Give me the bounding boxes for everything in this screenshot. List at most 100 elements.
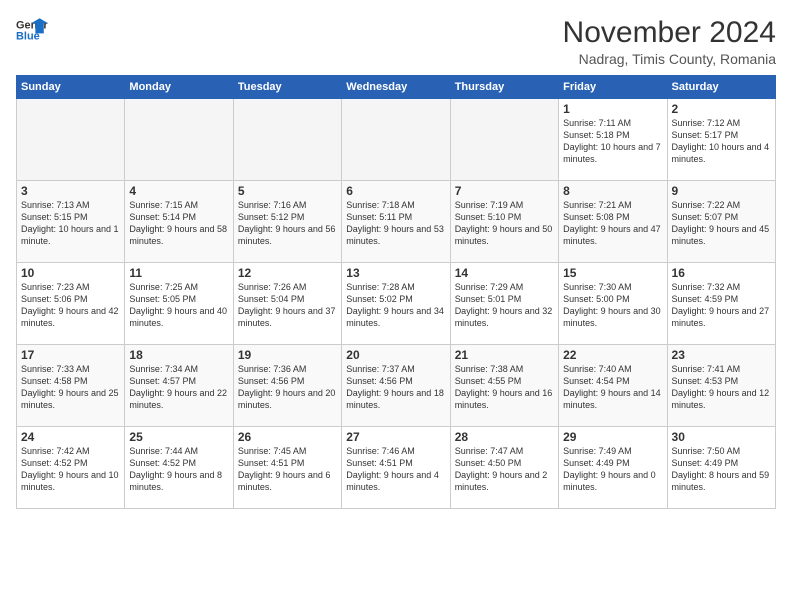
day-info: Sunrise: 7:45 AM Sunset: 4:51 PM Dayligh… <box>238 445 337 494</box>
day-number: 17 <box>21 348 120 362</box>
day-number: 12 <box>238 266 337 280</box>
logo-icon: General Blue <box>16 16 48 44</box>
calendar-week-row: 3Sunrise: 7:13 AM Sunset: 5:15 PM Daylig… <box>17 181 776 263</box>
calendar-cell: 21Sunrise: 7:38 AM Sunset: 4:55 PM Dayli… <box>450 345 558 427</box>
day-info: Sunrise: 7:30 AM Sunset: 5:00 PM Dayligh… <box>563 281 662 330</box>
calendar-cell: 26Sunrise: 7:45 AM Sunset: 4:51 PM Dayli… <box>233 427 341 509</box>
day-info: Sunrise: 7:41 AM Sunset: 4:53 PM Dayligh… <box>672 363 771 412</box>
day-number: 7 <box>455 184 554 198</box>
day-info: Sunrise: 7:23 AM Sunset: 5:06 PM Dayligh… <box>21 281 120 330</box>
calendar-cell <box>233 99 341 181</box>
day-info: Sunrise: 7:25 AM Sunset: 5:05 PM Dayligh… <box>129 281 228 330</box>
day-number: 11 <box>129 266 228 280</box>
calendar-cell: 6Sunrise: 7:18 AM Sunset: 5:11 PM Daylig… <box>342 181 450 263</box>
calendar-cell: 14Sunrise: 7:29 AM Sunset: 5:01 PM Dayli… <box>450 263 558 345</box>
header: General Blue November 2024 Nadrag, Timis… <box>16 16 776 67</box>
weekday-header: Thursday <box>450 76 558 99</box>
calendar-cell: 29Sunrise: 7:49 AM Sunset: 4:49 PM Dayli… <box>559 427 667 509</box>
day-info: Sunrise: 7:37 AM Sunset: 4:56 PM Dayligh… <box>346 363 445 412</box>
day-info: Sunrise: 7:18 AM Sunset: 5:11 PM Dayligh… <box>346 199 445 248</box>
calendar-week-row: 24Sunrise: 7:42 AM Sunset: 4:52 PM Dayli… <box>17 427 776 509</box>
day-number: 25 <box>129 430 228 444</box>
day-info: Sunrise: 7:11 AM Sunset: 5:18 PM Dayligh… <box>563 117 662 166</box>
day-number: 6 <box>346 184 445 198</box>
calendar-cell <box>342 99 450 181</box>
day-number: 27 <box>346 430 445 444</box>
day-number: 10 <box>21 266 120 280</box>
calendar-cell: 9Sunrise: 7:22 AM Sunset: 5:07 PM Daylig… <box>667 181 775 263</box>
weekday-header: Saturday <box>667 76 775 99</box>
weekday-header: Sunday <box>17 76 125 99</box>
day-number: 9 <box>672 184 771 198</box>
day-info: Sunrise: 7:32 AM Sunset: 4:59 PM Dayligh… <box>672 281 771 330</box>
calendar-cell: 30Sunrise: 7:50 AM Sunset: 4:49 PM Dayli… <box>667 427 775 509</box>
calendar-week-row: 1Sunrise: 7:11 AM Sunset: 5:18 PM Daylig… <box>17 99 776 181</box>
day-number: 4 <box>129 184 228 198</box>
logo: General Blue <box>16 16 48 44</box>
page-container: General Blue November 2024 Nadrag, Timis… <box>0 0 792 517</box>
day-info: Sunrise: 7:16 AM Sunset: 5:12 PM Dayligh… <box>238 199 337 248</box>
calendar-cell: 24Sunrise: 7:42 AM Sunset: 4:52 PM Dayli… <box>17 427 125 509</box>
calendar-cell: 5Sunrise: 7:16 AM Sunset: 5:12 PM Daylig… <box>233 181 341 263</box>
day-number: 19 <box>238 348 337 362</box>
day-info: Sunrise: 7:13 AM Sunset: 5:15 PM Dayligh… <box>21 199 120 248</box>
day-number: 15 <box>563 266 662 280</box>
weekday-header: Tuesday <box>233 76 341 99</box>
calendar-cell <box>450 99 558 181</box>
day-info: Sunrise: 7:22 AM Sunset: 5:07 PM Dayligh… <box>672 199 771 248</box>
day-info: Sunrise: 7:46 AM Sunset: 4:51 PM Dayligh… <box>346 445 445 494</box>
day-info: Sunrise: 7:49 AM Sunset: 4:49 PM Dayligh… <box>563 445 662 494</box>
calendar-cell: 17Sunrise: 7:33 AM Sunset: 4:58 PM Dayli… <box>17 345 125 427</box>
calendar-cell: 12Sunrise: 7:26 AM Sunset: 5:04 PM Dayli… <box>233 263 341 345</box>
day-number: 16 <box>672 266 771 280</box>
day-info: Sunrise: 7:29 AM Sunset: 5:01 PM Dayligh… <box>455 281 554 330</box>
day-number: 29 <box>563 430 662 444</box>
weekday-header: Wednesday <box>342 76 450 99</box>
calendar-cell: 13Sunrise: 7:28 AM Sunset: 5:02 PM Dayli… <box>342 263 450 345</box>
calendar-cell: 25Sunrise: 7:44 AM Sunset: 4:52 PM Dayli… <box>125 427 233 509</box>
day-info: Sunrise: 7:28 AM Sunset: 5:02 PM Dayligh… <box>346 281 445 330</box>
calendar-cell: 10Sunrise: 7:23 AM Sunset: 5:06 PM Dayli… <box>17 263 125 345</box>
calendar-cell: 15Sunrise: 7:30 AM Sunset: 5:00 PM Dayli… <box>559 263 667 345</box>
day-number: 18 <box>129 348 228 362</box>
month-title: November 2024 <box>563 16 776 49</box>
day-number: 28 <box>455 430 554 444</box>
calendar-cell: 3Sunrise: 7:13 AM Sunset: 5:15 PM Daylig… <box>17 181 125 263</box>
calendar-table: SundayMondayTuesdayWednesdayThursdayFrid… <box>16 75 776 509</box>
calendar-cell: 18Sunrise: 7:34 AM Sunset: 4:57 PM Dayli… <box>125 345 233 427</box>
day-info: Sunrise: 7:47 AM Sunset: 4:50 PM Dayligh… <box>455 445 554 494</box>
day-info: Sunrise: 7:21 AM Sunset: 5:08 PM Dayligh… <box>563 199 662 248</box>
calendar-week-row: 10Sunrise: 7:23 AM Sunset: 5:06 PM Dayli… <box>17 263 776 345</box>
weekday-header: Monday <box>125 76 233 99</box>
day-info: Sunrise: 7:26 AM Sunset: 5:04 PM Dayligh… <box>238 281 337 330</box>
day-info: Sunrise: 7:19 AM Sunset: 5:10 PM Dayligh… <box>455 199 554 248</box>
day-number: 23 <box>672 348 771 362</box>
calendar-cell: 1Sunrise: 7:11 AM Sunset: 5:18 PM Daylig… <box>559 99 667 181</box>
day-info: Sunrise: 7:40 AM Sunset: 4:54 PM Dayligh… <box>563 363 662 412</box>
day-number: 8 <box>563 184 662 198</box>
title-block: November 2024 Nadrag, Timis County, Roma… <box>563 16 776 67</box>
day-number: 21 <box>455 348 554 362</box>
calendar-cell <box>17 99 125 181</box>
calendar-cell: 11Sunrise: 7:25 AM Sunset: 5:05 PM Dayli… <box>125 263 233 345</box>
day-info: Sunrise: 7:44 AM Sunset: 4:52 PM Dayligh… <box>129 445 228 494</box>
day-info: Sunrise: 7:33 AM Sunset: 4:58 PM Dayligh… <box>21 363 120 412</box>
day-info: Sunrise: 7:42 AM Sunset: 4:52 PM Dayligh… <box>21 445 120 494</box>
calendar-cell: 19Sunrise: 7:36 AM Sunset: 4:56 PM Dayli… <box>233 345 341 427</box>
day-number: 14 <box>455 266 554 280</box>
calendar-cell: 27Sunrise: 7:46 AM Sunset: 4:51 PM Dayli… <box>342 427 450 509</box>
weekday-header: Friday <box>559 76 667 99</box>
day-number: 30 <box>672 430 771 444</box>
location-title: Nadrag, Timis County, Romania <box>563 51 776 67</box>
calendar-cell: 28Sunrise: 7:47 AM Sunset: 4:50 PM Dayli… <box>450 427 558 509</box>
day-info: Sunrise: 7:34 AM Sunset: 4:57 PM Dayligh… <box>129 363 228 412</box>
day-info: Sunrise: 7:36 AM Sunset: 4:56 PM Dayligh… <box>238 363 337 412</box>
calendar-week-row: 17Sunrise: 7:33 AM Sunset: 4:58 PM Dayli… <box>17 345 776 427</box>
day-info: Sunrise: 7:38 AM Sunset: 4:55 PM Dayligh… <box>455 363 554 412</box>
calendar-cell: 16Sunrise: 7:32 AM Sunset: 4:59 PM Dayli… <box>667 263 775 345</box>
day-info: Sunrise: 7:15 AM Sunset: 5:14 PM Dayligh… <box>129 199 228 248</box>
calendar-cell: 20Sunrise: 7:37 AM Sunset: 4:56 PM Dayli… <box>342 345 450 427</box>
day-number: 20 <box>346 348 445 362</box>
calendar-cell: 22Sunrise: 7:40 AM Sunset: 4:54 PM Dayli… <box>559 345 667 427</box>
day-info: Sunrise: 7:12 AM Sunset: 5:17 PM Dayligh… <box>672 117 771 166</box>
